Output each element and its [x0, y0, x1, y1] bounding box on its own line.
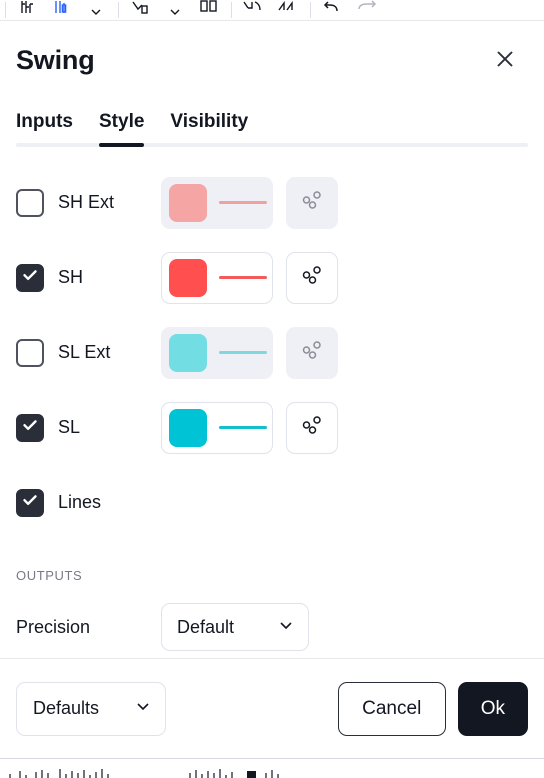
circles-icon-button-sh[interactable]	[286, 251, 338, 304]
chevron-down-icon	[134, 697, 152, 720]
style-row-label: Lines	[58, 492, 102, 512]
defaults-select[interactable]: Defaults	[16, 681, 166, 736]
style-row: SH	[16, 240, 528, 315]
line-preview	[219, 351, 267, 354]
background-chart-strip	[0, 758, 544, 778]
checkbox-sl[interactable]	[16, 413, 44, 442]
style-row-toggle-sh: SH	[16, 263, 146, 292]
indicators-icon[interactable]	[124, 0, 158, 20]
circles-icon	[299, 262, 325, 293]
style-rows-list: SH Ext SH SL Ext SL Lines	[16, 165, 528, 540]
close-button[interactable]	[488, 43, 522, 77]
page-title: Swing	[16, 44, 95, 75]
color-swatch	[169, 183, 207, 222]
line-style-button-sh[interactable]	[214, 253, 272, 303]
toolbar-divider	[118, 2, 119, 18]
color-swatch-button-sh[interactable]	[162, 253, 214, 303]
candlestick-chart-icon[interactable]	[45, 0, 79, 20]
dialog-footer: Defaults Cancel Ok	[0, 658, 544, 758]
style-row-label: SH	[58, 267, 84, 287]
style-control-sh-ext[interactable]	[161, 176, 273, 229]
style-control-sl-ext[interactable]	[161, 326, 273, 379]
toolbar-divider	[5, 2, 6, 18]
circles-icon-button-sl[interactable]	[286, 401, 338, 454]
bar-chart-icon[interactable]	[11, 0, 45, 20]
line-style-button-sl-ext[interactable]	[214, 328, 272, 378]
checkbox-sl-ext[interactable]	[16, 338, 44, 367]
close-icon	[493, 47, 517, 74]
style-row-toggle-lines: Lines	[16, 488, 146, 517]
zigzag-icon[interactable]	[271, 0, 305, 20]
swing-settings-dialog: Swing Inputs Style Visibility SH Ext SH …	[0, 21, 544, 758]
undo-icon[interactable]	[316, 0, 350, 20]
line-preview	[219, 201, 267, 204]
color-swatch-button-sl-ext[interactable]	[162, 328, 214, 378]
line-preview	[219, 426, 267, 429]
style-row-label: SH Ext	[58, 192, 115, 212]
style-row-toggle-sl-ext: SL Ext	[16, 338, 146, 367]
color-swatch-button-sl[interactable]	[162, 403, 214, 453]
circles-icon	[299, 187, 325, 218]
tab-underline-track	[16, 143, 528, 147]
color-swatch-button-sh-ext[interactable]	[162, 178, 214, 228]
checkbox-sh-ext[interactable]	[16, 188, 44, 217]
check-icon	[21, 416, 39, 439]
tab-visibility[interactable]: Visibility	[170, 111, 248, 143]
redo-icon	[350, 0, 384, 20]
precision-select[interactable]: Default	[161, 603, 309, 651]
candlestick-sliver	[9, 769, 279, 778]
style-control-sl[interactable]	[161, 401, 273, 454]
line-preview	[219, 276, 267, 279]
toolbar-chart-types	[0, 0, 384, 20]
style-row-label: SL Ext	[58, 342, 111, 362]
check-icon	[21, 266, 39, 289]
circles-icon-button-sh-ext[interactable]	[286, 176, 338, 229]
dialog-tabs: Inputs Style Visibility	[0, 99, 544, 147]
precision-label: Precision	[16, 616, 91, 637]
style-row: Lines	[16, 465, 528, 540]
tab-inputs[interactable]: Inputs	[16, 111, 73, 143]
tab-list: Inputs Style Visibility	[16, 99, 528, 143]
style-row: SL	[16, 390, 528, 465]
dialog-header: Swing	[0, 21, 544, 99]
dialog-body: SH Ext SH SL Ext SL Lines OUTPUTS Precis…	[0, 147, 544, 658]
color-swatch	[169, 333, 207, 372]
style-row-toggle-sh-ext: SH Ext	[16, 188, 146, 217]
check-icon	[21, 491, 39, 514]
style-row: SH Ext	[16, 165, 528, 240]
style-row-label: SL	[58, 417, 81, 437]
tab-style[interactable]: Style	[99, 111, 144, 143]
color-swatch	[169, 258, 207, 297]
chevron-down-icon[interactable]	[79, 0, 113, 20]
line-style-button-sh-ext[interactable]	[214, 178, 272, 228]
toolbar-divider	[310, 2, 311, 18]
ok-button[interactable]: Ok	[457, 681, 528, 736]
line-style-button-sl[interactable]	[214, 403, 272, 453]
precision-value: Default	[177, 616, 235, 637]
chart-toolbar	[0, 0, 544, 21]
style-row-toggle-sl: SL	[16, 413, 146, 442]
circles-icon	[299, 412, 325, 443]
chevron-down-icon	[277, 616, 295, 639]
defaults-label: Defaults	[33, 698, 100, 718]
drawing-tools-icon[interactable]	[237, 0, 271, 20]
compare-icon[interactable]	[192, 0, 226, 20]
outputs-section-label: OUTPUTS	[16, 567, 83, 583]
cancel-button[interactable]: Cancel	[337, 681, 446, 736]
circles-icon-button-sl-ext[interactable]	[286, 326, 338, 379]
toolbar-divider	[231, 2, 232, 18]
checkbox-lines[interactable]	[16, 488, 44, 517]
color-swatch	[169, 408, 207, 447]
precision-row: Precision Default	[16, 596, 528, 658]
active-tab-indicator	[99, 143, 145, 147]
checkbox-sh[interactable]	[16, 263, 44, 292]
style-control-sh[interactable]	[161, 251, 273, 304]
chevron-down-icon[interactable]	[158, 0, 192, 20]
circles-icon	[299, 337, 325, 368]
style-row: SL Ext	[16, 315, 528, 390]
